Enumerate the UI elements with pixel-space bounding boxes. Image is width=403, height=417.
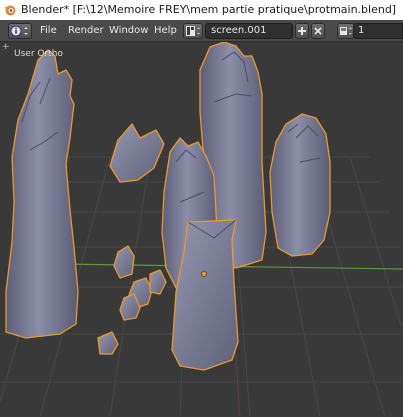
mesh-hand-left: [5, 49, 79, 339]
close-icon: [314, 27, 322, 35]
menu-window[interactable]: Window: [109, 25, 148, 37]
window-title: Blender* [F:\12\Memoire FREY\mem partie …: [21, 3, 397, 16]
screen-name-field[interactable]: screen.001: [205, 23, 293, 39]
add-icon: [298, 27, 306, 35]
window-titlebar: Blender* [F:\12\Memoire FREY\mem partie …: [0, 0, 403, 19]
delete-screen-button[interactable]: [311, 23, 325, 39]
screen-layout-button[interactable]: [183, 23, 203, 39]
menu-help[interactable]: Help: [154, 25, 177, 37]
mesh-fragment-center: [109, 123, 165, 183]
info-header: File Render Window Help screen.001 1: [0, 20, 403, 42]
mesh-hand-right: [269, 113, 331, 257]
info-editor-icon: [10, 25, 28, 37]
mesh-fragment-small-5: [97, 331, 119, 355]
add-screen-button[interactable]: [295, 23, 309, 39]
screen-layout-icon: [186, 26, 200, 36]
blender-logo-icon: [4, 5, 16, 15]
expand-corner-icon[interactable]: +: [2, 42, 10, 52]
editor-type-button[interactable]: [8, 23, 32, 39]
3d-viewport[interactable]: + User Ortho: [0, 42, 403, 417]
view-label: User Ortho: [14, 49, 63, 59]
mesh-fragment-small-4: [149, 269, 167, 295]
scene-icon: [340, 27, 352, 35]
scene-name-field[interactable]: 1: [353, 23, 403, 39]
mesh-fragment-small-1: [113, 245, 135, 279]
menu-render[interactable]: Render: [68, 25, 104, 37]
menu-file[interactable]: File: [40, 25, 57, 37]
object-origin-dot: [201, 271, 207, 277]
viewport-scene: [0, 42, 403, 417]
